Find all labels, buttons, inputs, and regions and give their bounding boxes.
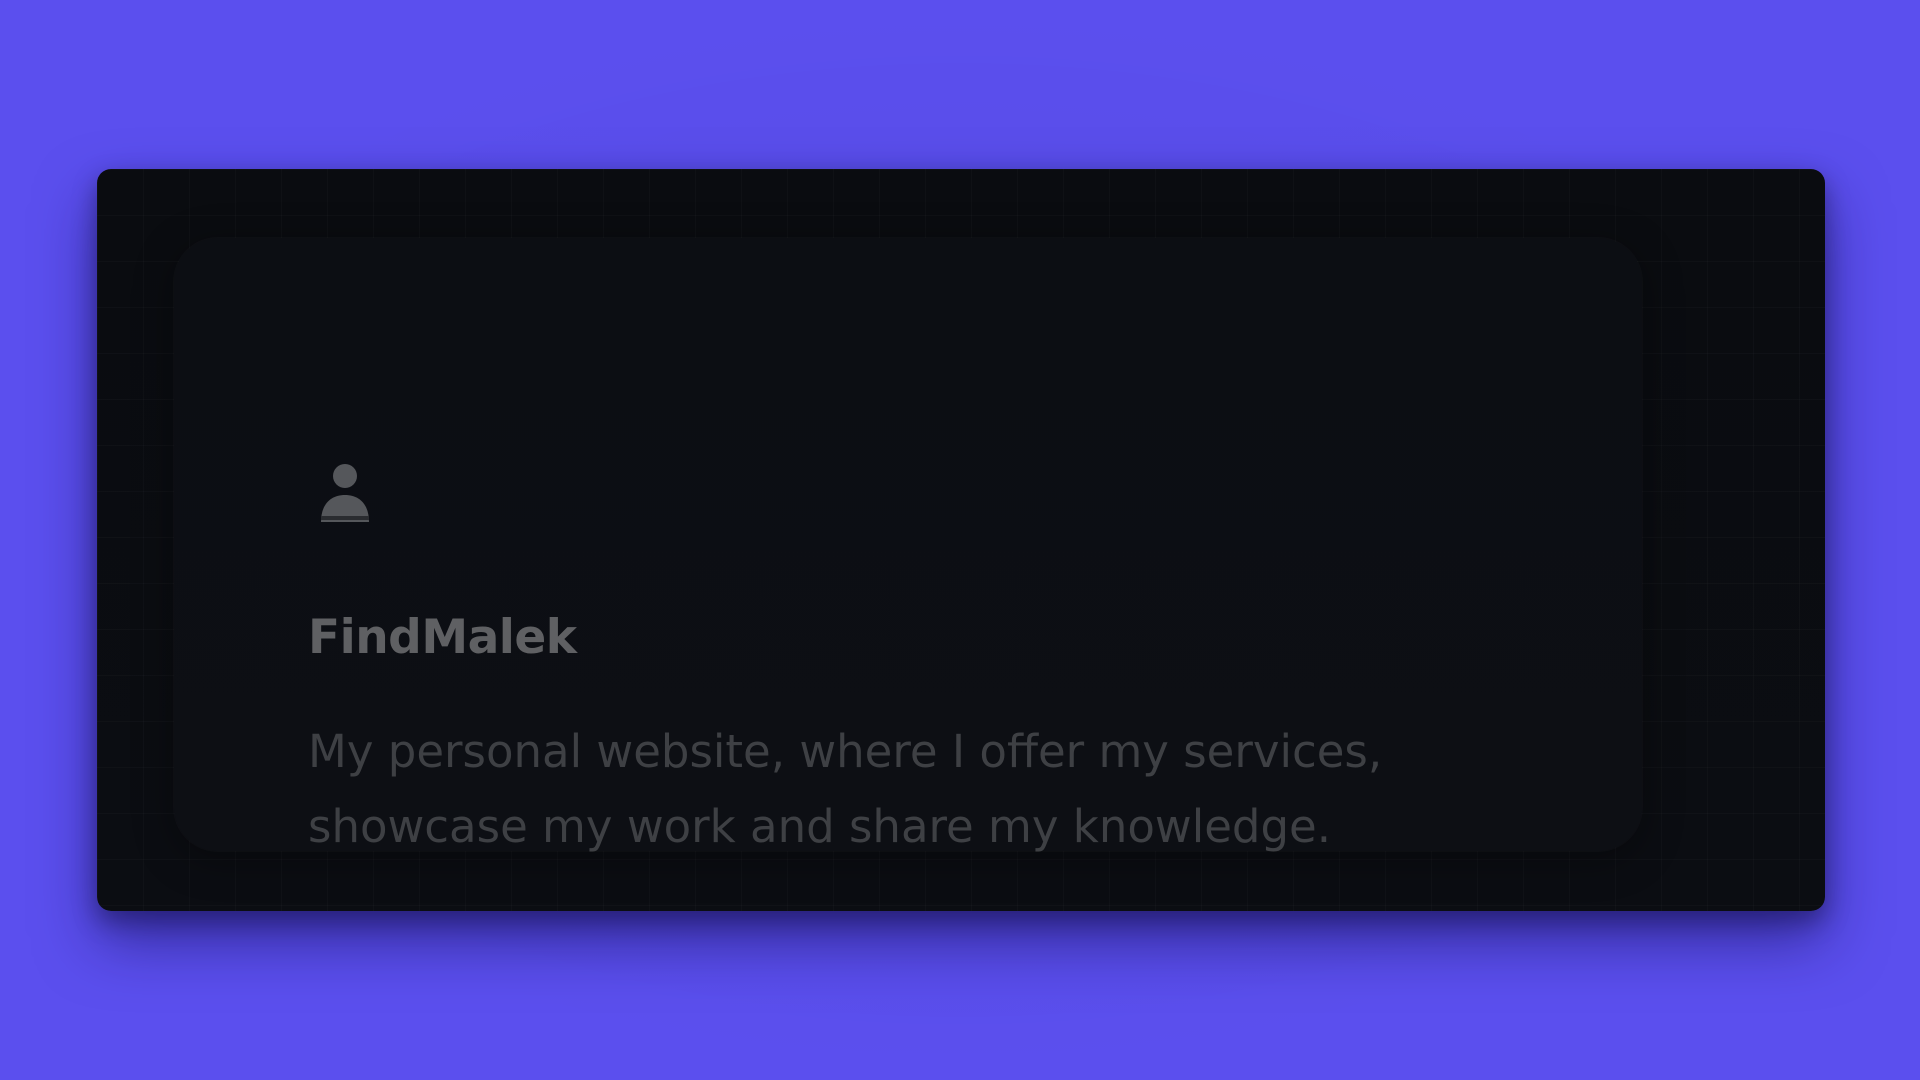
preview-window: FindMalek My personal website, where I o… bbox=[97, 169, 1825, 911]
card-title: FindMalek bbox=[308, 610, 577, 665]
project-card[interactable]: FindMalek My personal website, where I o… bbox=[174, 238, 1642, 853]
card-description: My personal website, where I offer my se… bbox=[308, 725, 1383, 853]
user-icon bbox=[318, 460, 372, 526]
